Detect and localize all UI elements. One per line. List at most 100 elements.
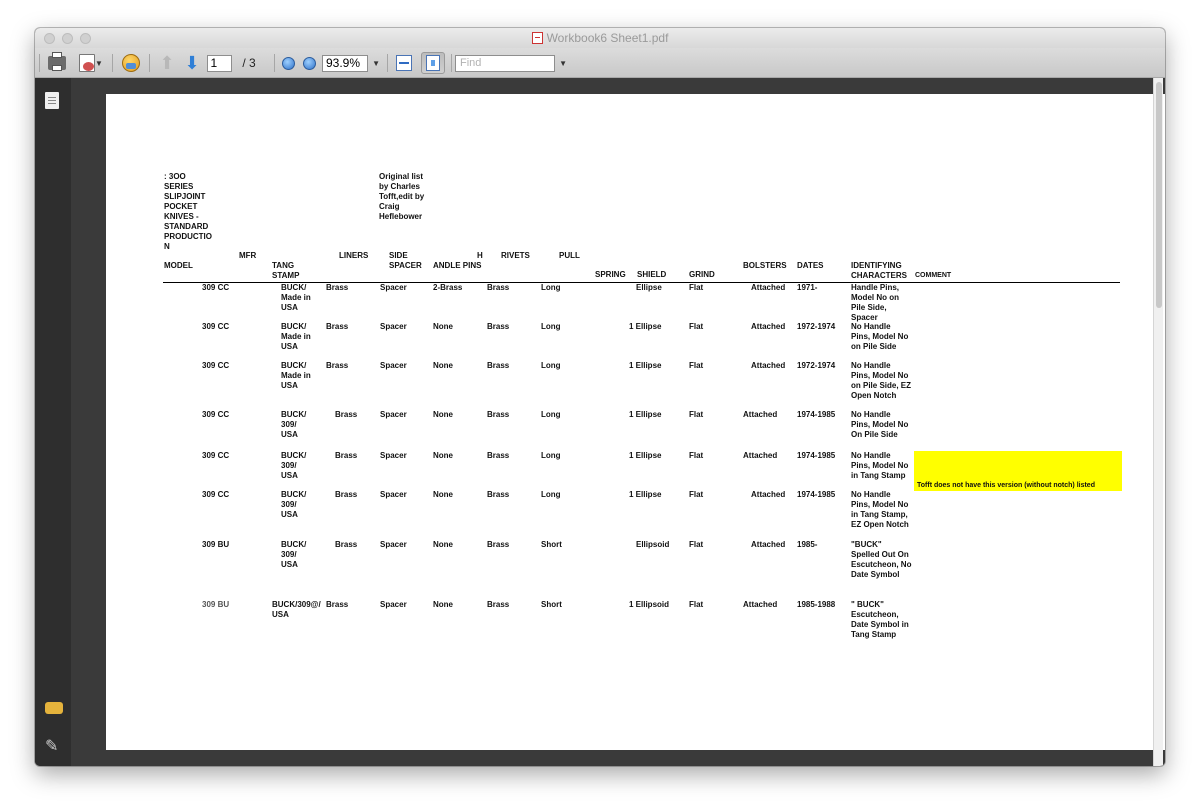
cell-grind: Flat — [689, 361, 704, 370]
cell-spacer: Spacer — [380, 361, 407, 370]
cell-grind: Flat — [689, 451, 704, 460]
sidebar: ✎ — [35, 78, 71, 766]
cell-liners: Brass — [326, 361, 349, 370]
cell-identifying: No Handle Pins, Model No on Pile Side, E… — [851, 361, 912, 400]
zoom-select[interactable]: 93.9% ▼ — [322, 52, 380, 74]
cell-handle-pins: 2-Brass — [433, 283, 463, 292]
chevron-down-icon: ▼ — [372, 58, 380, 68]
minimize-window-button[interactable] — [62, 33, 73, 44]
attachments-icon[interactable]: ✎ — [45, 736, 58, 756]
cell-tang-stamp: BUCK/ 309/ USA — [281, 451, 307, 480]
cell-handle-pins: None — [433, 540, 453, 549]
page-total-wrap: / 3 — [237, 52, 261, 74]
vertical-scrollbar[interactable] — [1153, 78, 1163, 766]
cell-bolsters: Attached — [751, 490, 786, 499]
previous-page-button[interactable]: ⬆ — [157, 52, 177, 74]
cell-bolsters: Attached — [743, 451, 778, 460]
column-header-side-spacer: SIDE SPACER — [389, 251, 422, 270]
prev-page-icon: ⬆ — [159, 53, 175, 73]
cell-grind: Flat — [689, 410, 704, 419]
print-icon — [48, 52, 66, 71]
close-window-button[interactable] — [44, 33, 55, 44]
cell-identifying: No Handle Pins, Model No on Pile Side — [851, 322, 909, 351]
cell-spacer: Spacer — [380, 540, 407, 549]
document-viewer: : 3OO SERIES SLIPJOINT POCKET KNIVES - S… — [71, 78, 1165, 766]
zoom-window-button[interactable] — [80, 33, 91, 44]
toolbar-separator — [112, 54, 113, 72]
next-page-button[interactable]: ⬇ — [182, 52, 202, 74]
cell-rivets: Brass — [487, 490, 510, 499]
cell-handle-pins: None — [433, 451, 453, 460]
cell-spacer: Spacer — [380, 283, 407, 292]
globe-icon — [122, 54, 140, 72]
cell-grind: Flat — [689, 600, 704, 609]
cell-rivets: Brass — [487, 410, 510, 419]
next-page-icon: ⬇ — [184, 53, 200, 73]
page-number-input[interactable]: 1 — [206, 54, 232, 72]
cell-rivets: Brass — [487, 451, 510, 460]
cell-bolsters: Attached — [751, 322, 786, 331]
zoom-out-icon — [281, 56, 295, 70]
cell-model: 309 CC — [202, 451, 230, 460]
cell-handle-pins: None — [433, 410, 453, 419]
cell-dates: 1972-1974 — [797, 322, 836, 331]
cell-spacer: Spacer — [380, 410, 407, 419]
zoom-field[interactable]: 93.9% — [322, 54, 369, 72]
pdf-page: : 3OO SERIES SLIPJOINT POCKET KNIVES - S… — [106, 94, 1165, 750]
cell-rivets: Brass — [487, 600, 510, 609]
window-controls — [44, 33, 91, 44]
fit-page-button[interactable] — [420, 52, 446, 74]
cell-pull: Long — [541, 322, 561, 331]
cell-shield: 1 Ellipse — [629, 451, 662, 460]
cell-rivets: Brass — [487, 540, 510, 549]
page-number-input-wrap: 1 — [206, 52, 232, 74]
find-box: Find ▼ — [455, 52, 567, 74]
comments-icon[interactable] — [45, 702, 63, 714]
column-header-dates: DATES — [797, 261, 824, 270]
fit-width-icon — [396, 55, 412, 71]
column-header-rivets: RIVETS — [501, 251, 530, 260]
zoom-in-button[interactable] — [301, 52, 317, 74]
cell-grind: Flat — [689, 283, 704, 292]
cell-dates: 1971- — [797, 283, 818, 292]
pages-icon[interactable] — [45, 92, 59, 109]
export-button[interactable]: ▼ — [76, 52, 106, 74]
cell-bolsters: Attached — [743, 600, 778, 609]
web-button[interactable] — [120, 52, 142, 74]
cell-model: 309 BU — [202, 600, 230, 609]
cell-identifying: No Handle Pins, Model No On Pile Side — [851, 410, 909, 439]
cell-shield: Ellipse — [636, 283, 662, 292]
cell-grind: Flat — [689, 540, 704, 549]
fit-width-button[interactable] — [393, 52, 415, 74]
cell-pull: Long — [541, 283, 561, 292]
print-button[interactable] — [46, 52, 68, 74]
chevron-down-icon: ▼ — [95, 58, 103, 68]
column-header-liners: LINERS — [339, 251, 369, 260]
cell-handle-pins: None — [433, 322, 453, 331]
cell-liners: Brass — [335, 540, 358, 549]
cell-pull: Long — [541, 361, 561, 370]
find-input[interactable]: Find — [455, 54, 556, 72]
cell-grind: Flat — [689, 490, 704, 499]
zoom-out-button[interactable] — [280, 52, 296, 74]
cell-dates: 1974-1985 — [797, 451, 836, 460]
column-header-tang-stamp: TANG STAMP — [272, 261, 300, 280]
cell-pull: Long — [541, 490, 561, 499]
cell-spacer: Spacer — [380, 322, 407, 331]
document-heading: : 3OO SERIES SLIPJOINT POCKET KNIVES - S… — [164, 172, 212, 251]
cell-dates: 1985-1988 — [797, 600, 836, 609]
column-header-identifying-characters: IDENTIFYING CHARACTERS — [851, 261, 907, 280]
cell-bolsters: Attached — [751, 540, 786, 549]
cell-tang-stamp: BUCK/ 309/ USA — [281, 490, 307, 519]
document-credit: Original list by Charles Tofft,edit by C… — [379, 172, 425, 221]
column-header-bolsters: BOLSTERS — [743, 261, 787, 270]
cell-dates: 1972-1974 — [797, 361, 836, 370]
cell-handle-pins: None — [433, 361, 453, 370]
column-header-mfr: MFR — [239, 251, 257, 260]
cell-model: 309 BU — [202, 540, 230, 549]
toolbar-separator — [387, 54, 388, 72]
cell-liners: Brass — [326, 283, 349, 292]
column-header-handle-pins: ANDLE PINS — [433, 261, 482, 270]
cell-grind: Flat — [689, 322, 704, 331]
scrollbar-thumb[interactable] — [1156, 82, 1162, 308]
